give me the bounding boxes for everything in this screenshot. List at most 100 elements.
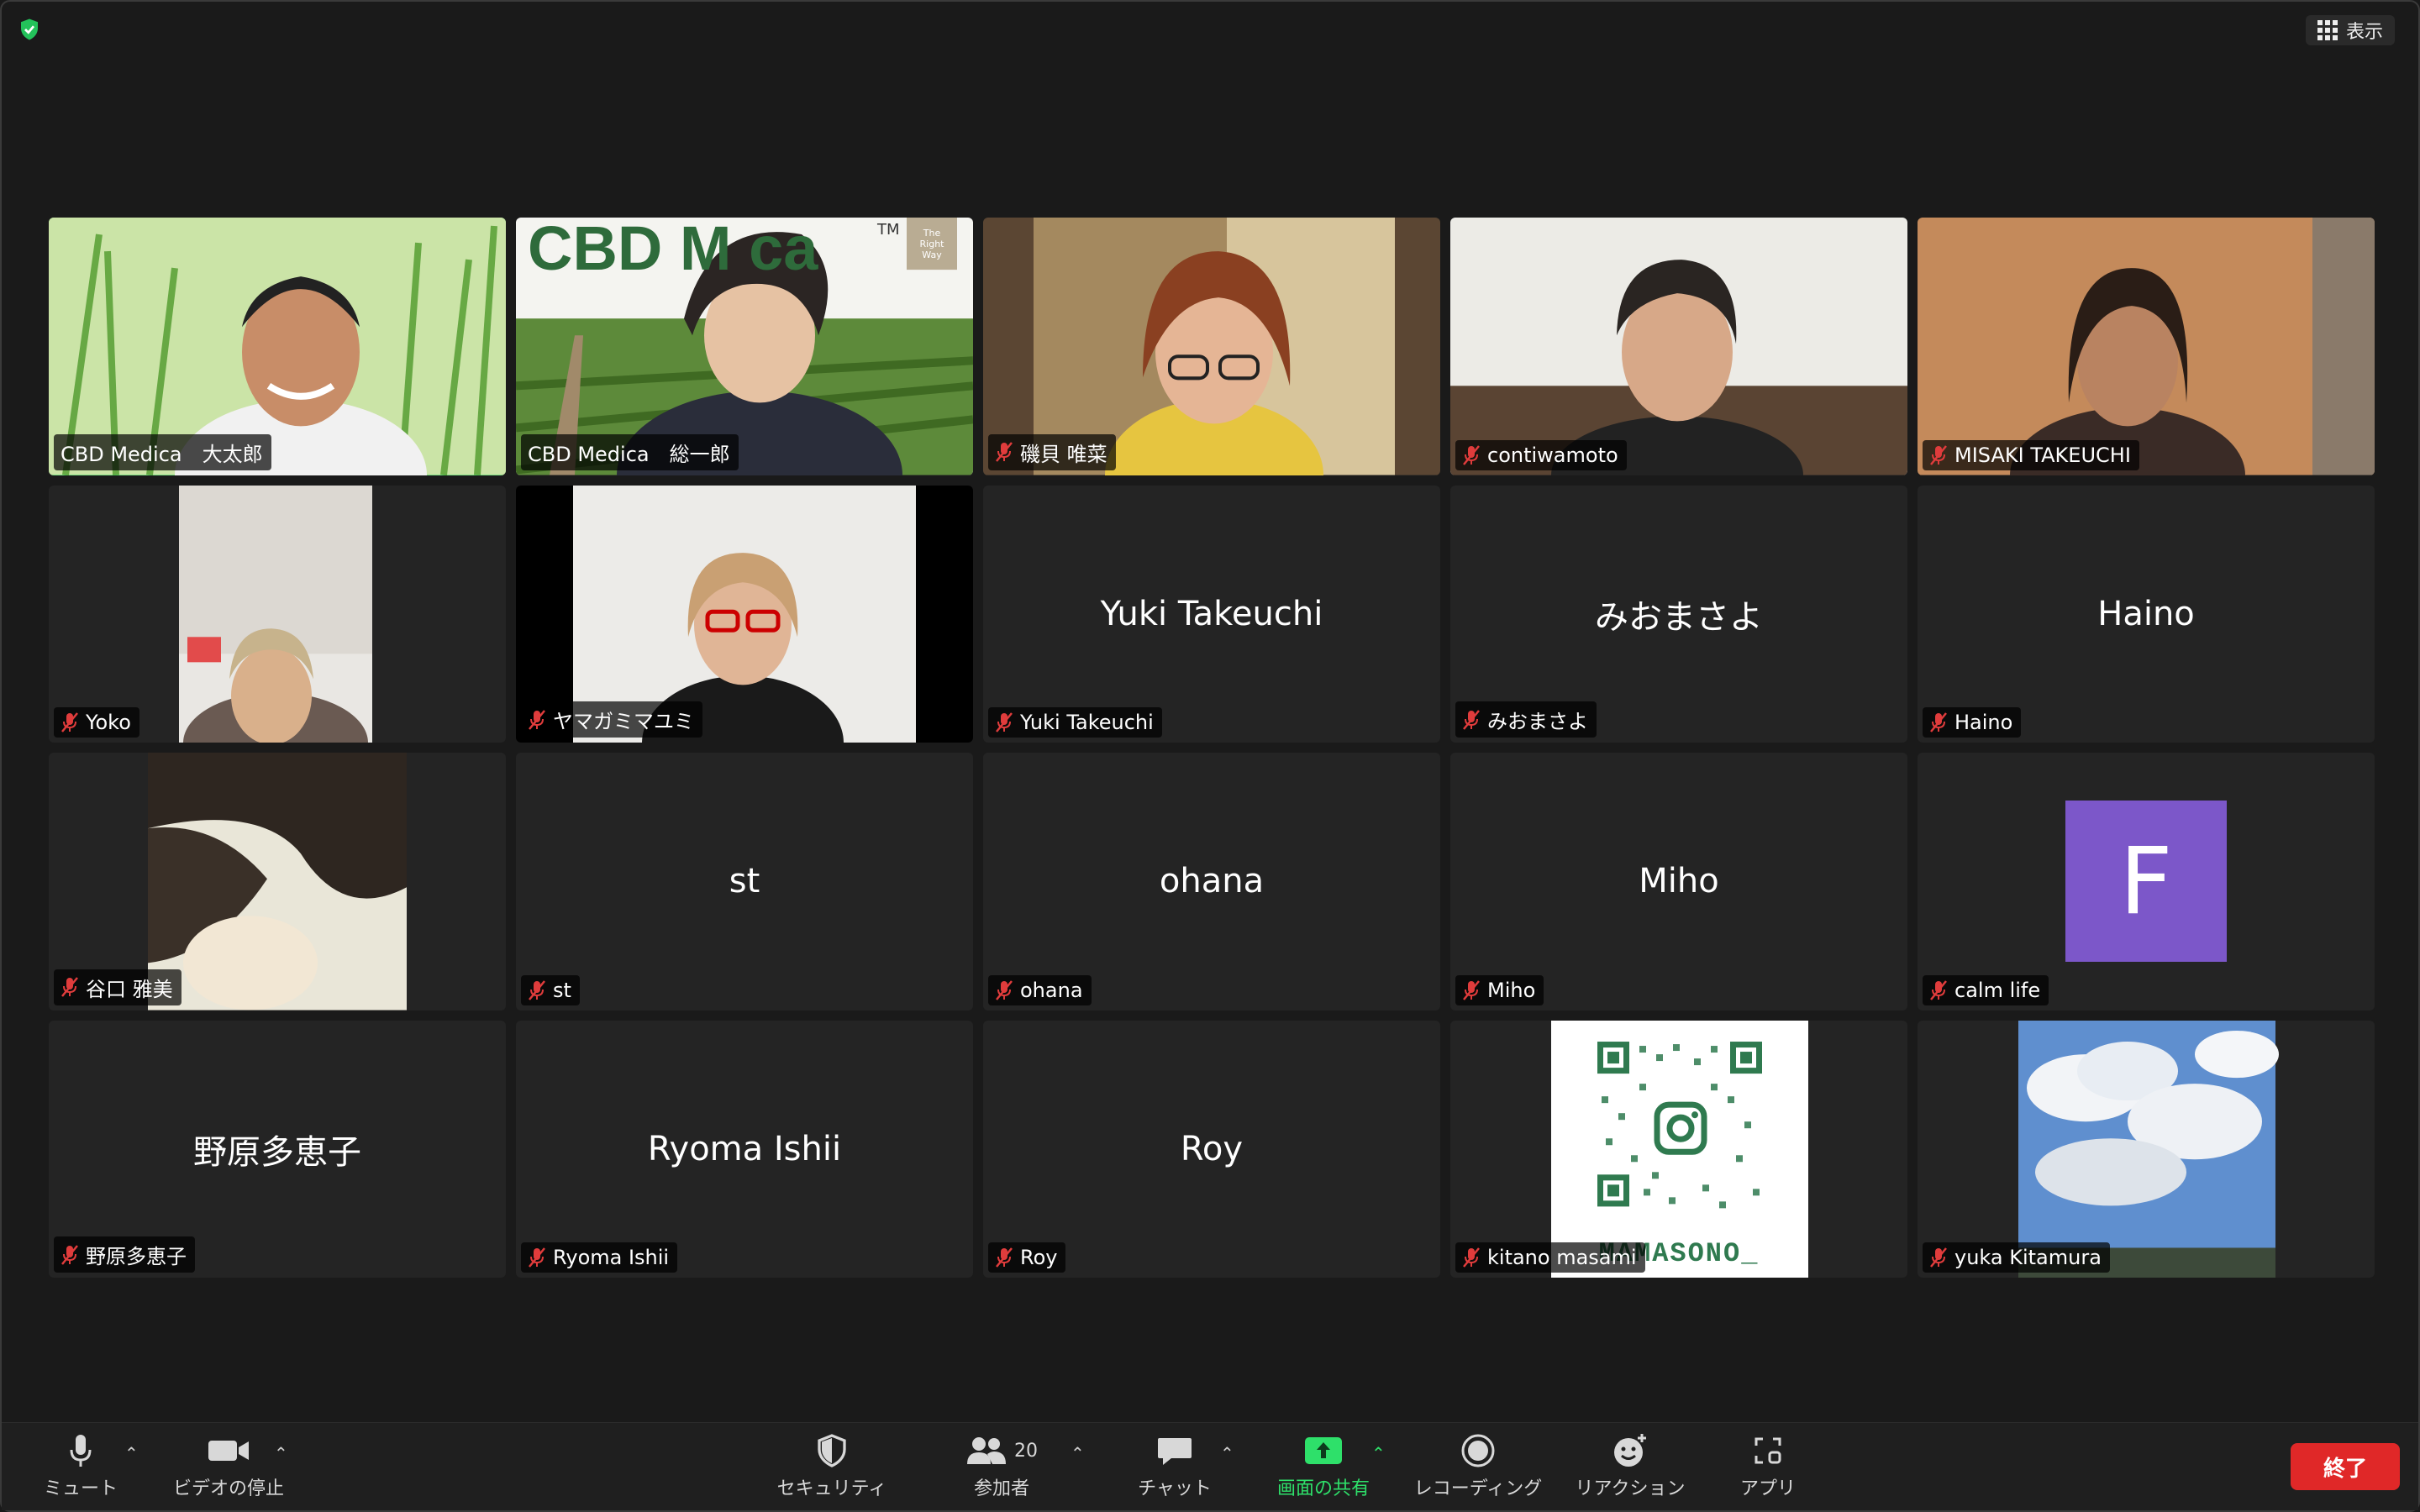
- participant-tile[interactable]: Ryoma Ishii Ryoma Ishii: [516, 1020, 973, 1278]
- participants-label: 参加者: [973, 1478, 1029, 1499]
- participant-name-tag: ヤマガミマユミ: [521, 701, 702, 738]
- mic-muted-icon: [61, 977, 78, 997]
- mic-muted-icon: [996, 442, 1013, 462]
- participant-display-name: 野原多恵子: [193, 1132, 361, 1172]
- security-label: セキュリティ: [776, 1478, 887, 1499]
- share-screen-icon: [1305, 1437, 1342, 1464]
- mic-muted-icon: [61, 712, 78, 732]
- mic-muted-icon: [529, 709, 545, 730]
- participant-name-tag: 野原多恵子: [54, 1236, 195, 1273]
- share-screen-label: 画面の共有: [1276, 1478, 1370, 1499]
- participant-name-tag: MISAKI TAKEUCHI: [1923, 439, 2139, 470]
- participants-options-chevron-up-icon[interactable]: ⌃: [1071, 1443, 1085, 1463]
- participant-display-name: Ryoma Ishii: [647, 1129, 842, 1168]
- participant-tile[interactable]: CBD M ca TM The Right Way CBD Medica 総一郎: [516, 218, 973, 475]
- mic-muted-icon: [1463, 444, 1480, 465]
- mic-muted-icon: [529, 1247, 545, 1268]
- gallery-view: CBD Medica 大太郎 CBD M ca TM The Right Way: [49, 218, 2375, 1278]
- participant-display-name: Miho: [1639, 862, 1719, 901]
- participant-display-name: みおまさよ: [1595, 597, 1763, 637]
- participant-name-tag: Roy: [988, 1242, 1066, 1273]
- participant-tile[interactable]: MISAKI TAKEUCHI: [1918, 218, 2375, 475]
- participant-tile[interactable]: 磯貝 唯菜: [983, 218, 1440, 475]
- participant-tile[interactable]: Yuki Takeuchi Yuki Takeuchi: [983, 485, 1440, 743]
- mic-muted-icon: [1463, 979, 1480, 1000]
- microphone-icon: [70, 1435, 92, 1467]
- view-label: 表示: [2345, 22, 2383, 43]
- participant-name-tag: st: [521, 974, 580, 1005]
- view-button[interactable]: 表示: [2305, 15, 2395, 45]
- participant-tile[interactable]: 野原多恵子 野原多恵子: [49, 1020, 506, 1278]
- participant-name-tag: Miho: [1455, 974, 1544, 1005]
- mic-muted-icon: [1930, 712, 1947, 732]
- mute-label: ミュート: [43, 1478, 118, 1499]
- participant-tile[interactable]: contiwamoto: [1450, 218, 1907, 475]
- smiley-reaction-icon: [1614, 1434, 1646, 1467]
- participant-tile[interactable]: Miho Miho: [1450, 753, 1907, 1011]
- video-feed: [1450, 218, 1907, 475]
- participant-display-name: Yuki Takeuchi: [1100, 594, 1323, 633]
- mic-muted-icon: [529, 979, 545, 1000]
- stop-video-button[interactable]: ビデオの停止: [170, 1423, 287, 1510]
- mic-muted-icon: [1930, 979, 1947, 1000]
- participant-tile[interactable]: みおまさよ みおまさよ: [1450, 485, 1907, 743]
- video-feed: [1918, 218, 2375, 475]
- participant-name-tag: calm life: [1923, 974, 2049, 1005]
- banner-tag: The Right Way: [919, 228, 944, 261]
- participant-tile[interactable]: ヤマガミマユミ: [516, 485, 973, 743]
- mute-options-chevron-up-icon[interactable]: ⌃: [124, 1443, 139, 1463]
- video-feed: [2018, 1020, 2279, 1278]
- participant-tile[interactable]: CBD Medica 大太郎: [49, 218, 506, 475]
- participant-tile[interactable]: Roy Roy: [983, 1020, 1440, 1278]
- end-meeting-button[interactable]: 終了: [2291, 1443, 2400, 1490]
- participant-name-tag: yuka Kitamura: [1923, 1242, 2110, 1273]
- video-camera-icon: [208, 1441, 249, 1461]
- security-button[interactable]: セキュリティ: [775, 1423, 889, 1510]
- participant-name-tag: Ryoma Ishii: [521, 1242, 678, 1273]
- mic-muted-icon: [1930, 1247, 1947, 1268]
- participants-icon: [967, 1437, 1006, 1464]
- participant-tile[interactable]: MAMASONO_ kitano masami: [1450, 1020, 1907, 1278]
- participant-name-tag: Yoko: [54, 707, 139, 738]
- participants-button[interactable]: 20 参加者: [960, 1423, 1044, 1510]
- participant-tile[interactable]: Haino Haino: [1918, 485, 2375, 743]
- participant-tile[interactable]: ohana ohana: [983, 753, 1440, 1011]
- share-screen-button[interactable]: 画面の共有: [1267, 1423, 1380, 1510]
- record-button[interactable]: レコーディング: [1410, 1423, 1546, 1510]
- apps-icon: [1754, 1437, 1781, 1464]
- chat-button[interactable]: チャット: [1133, 1423, 1217, 1510]
- participants-count: 20: [1014, 1440, 1038, 1462]
- banner-tm: TM: [877, 221, 900, 239]
- participant-tile[interactable]: yuka Kitamura: [1918, 1020, 2375, 1278]
- chat-bubble-icon: [1158, 1438, 1192, 1465]
- meeting-toolbar: ミュート ⌃ ビデオの停止 ⌃ セキュリティ 20 参加者 ⌃ チャット ⌃ 画…: [2, 1422, 2418, 1510]
- share-options-chevron-up-icon[interactable]: ⌃: [1371, 1443, 1386, 1463]
- participant-name-tag: kitano masami: [1455, 1242, 1645, 1273]
- reactions-button[interactable]: リアクション: [1570, 1423, 1691, 1510]
- apps-label: アプリ: [1739, 1478, 1796, 1499]
- banner-text: CBD M ca: [528, 218, 818, 283]
- participant-tile[interactable]: st st: [516, 753, 973, 1011]
- participant-display-name: ohana: [1159, 862, 1265, 901]
- participant-tile[interactable]: F calm life: [1918, 753, 2375, 1011]
- participant-tile[interactable]: Yoko: [49, 485, 506, 743]
- stop-video-label: ビデオの停止: [172, 1478, 284, 1499]
- participant-name-tag: CBD Medica 大太郎: [54, 433, 271, 470]
- participant-display-name: st: [729, 862, 760, 901]
- avatar: F: [2065, 801, 2227, 963]
- participant-tile[interactable]: 谷口 雅美: [49, 753, 506, 1011]
- apps-button[interactable]: アプリ: [1726, 1423, 1810, 1510]
- mic-muted-icon: [996, 712, 1013, 732]
- video-feed: [179, 485, 372, 743]
- mic-muted-icon: [1463, 709, 1480, 730]
- chat-options-chevron-up-icon[interactable]: ⌃: [1220, 1443, 1234, 1463]
- security-shield-icon: [818, 1434, 846, 1467]
- zoom-window: 表示 CBD Medica 大太郎 CBD M ca TM The Right …: [0, 0, 2420, 1512]
- mute-button[interactable]: ミュート: [39, 1423, 123, 1510]
- participant-name-tag: ohana: [988, 974, 1092, 1005]
- participant-display-name: Roy: [1180, 1129, 1244, 1168]
- video-options-chevron-up-icon[interactable]: ⌃: [274, 1443, 288, 1463]
- encryption-shield-icon[interactable]: [17, 17, 42, 42]
- mic-muted-icon: [996, 1247, 1013, 1268]
- chat-label: チャット: [1138, 1478, 1212, 1499]
